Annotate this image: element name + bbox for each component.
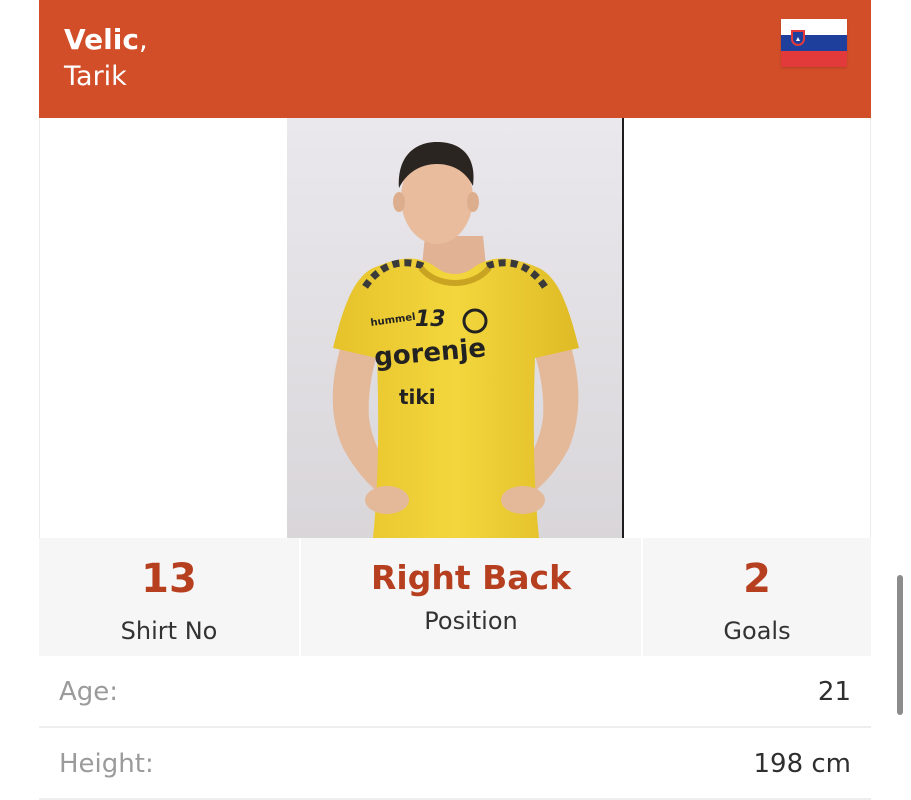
stat-goals: 2 Goals — [643, 538, 871, 656]
detail-row-age: Age: 21 — [39, 656, 871, 728]
detail-value: 21 — [817, 677, 851, 707]
jersey-number: 13 — [415, 307, 446, 332]
stat-shirt-no: 13 Shirt No — [39, 538, 301, 656]
vertical-scrollbar[interactable] — [897, 575, 903, 715]
player-stats: 13 Shirt No Right Back Position 2 Goals — [39, 538, 871, 657]
detail-label: Age: — [59, 677, 119, 707]
slovenia-flag-icon — [781, 19, 847, 67]
stat-position: Right Back Position — [301, 538, 643, 656]
player-header: Velic, Tarik — [39, 0, 871, 118]
player-first-name: Tarik — [64, 61, 127, 92]
stat-value: 13 — [141, 556, 197, 602]
stat-value: Right Back — [370, 558, 572, 597]
stat-label: Shirt No — [120, 617, 218, 645]
detail-label: Height: — [59, 749, 154, 779]
detail-value: 198 cm — [753, 749, 851, 779]
detail-row-height: Height: 198 cm — [39, 728, 871, 800]
stat-value: 2 — [743, 556, 771, 602]
stat-label: Goals — [723, 617, 791, 645]
player-last-name: Velic, — [64, 23, 148, 56]
player-photo: hummel 13 gorenje tiki — [287, 118, 624, 538]
stat-label: Position — [424, 607, 518, 635]
jersey-sponsor-secondary: tiki — [399, 385, 436, 409]
